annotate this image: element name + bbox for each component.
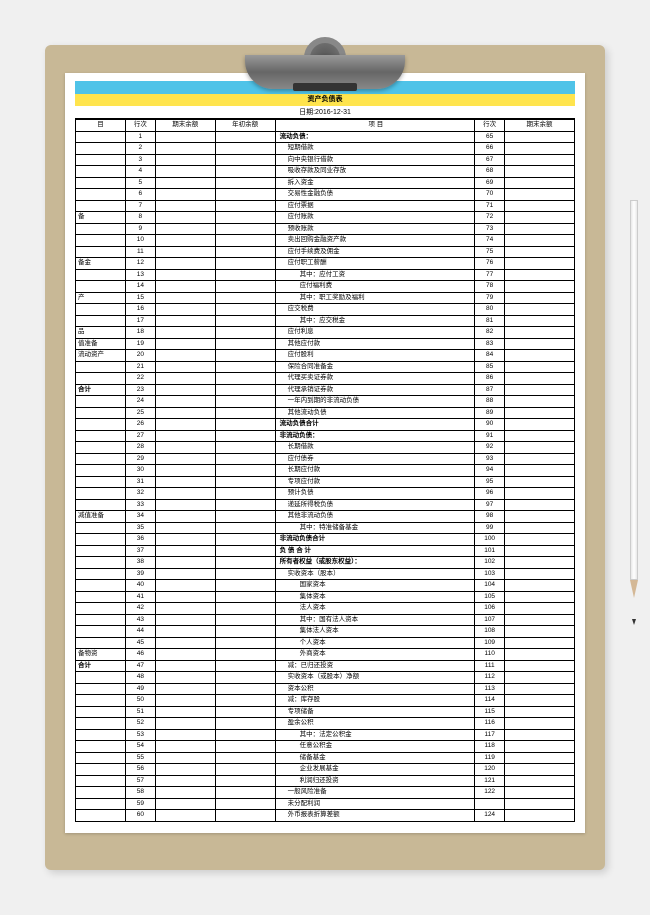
table-row: 38所有者权益（或股东权益）：102 <box>76 557 575 569</box>
col-header: 行次 <box>125 120 155 132</box>
table-row: 22代理买卖证券款86 <box>76 373 575 385</box>
table-row: 39实收资本（股本）103 <box>76 568 575 580</box>
table-row: 29应付债券93 <box>76 453 575 465</box>
table-row: 54任意公积金118 <box>76 741 575 753</box>
table-row: 36非流动负债合计100 <box>76 534 575 546</box>
table-row: 32预计负债96 <box>76 488 575 500</box>
table-row: 备物资46外商资本110 <box>76 649 575 661</box>
table-row: 10卖出回购金融资产款74 <box>76 235 575 247</box>
table-row: 2短期借款66 <box>76 143 575 155</box>
table-row: 合计23代理承销证券款87 <box>76 384 575 396</box>
table-row: 33递延所得税负债97 <box>76 499 575 511</box>
col-header: 目 <box>76 120 126 132</box>
table-row: 26流动负债合计90 <box>76 419 575 431</box>
table-row: 42法人资本106 <box>76 603 575 615</box>
table-row: 49资本公积113 <box>76 683 575 695</box>
col-header: 项 目 <box>275 120 475 132</box>
col-header: 年初余额 <box>215 120 275 132</box>
table-row: 7应付票据71 <box>76 200 575 212</box>
table-row: 31专项应付款95 <box>76 476 575 488</box>
table-row: 40国家资本104 <box>76 580 575 592</box>
table-row: 35其中：特准储备基金99 <box>76 522 575 534</box>
table-row: 45个人资本109 <box>76 637 575 649</box>
table-row: 品18应付利息82 <box>76 327 575 339</box>
pencil-graphic <box>630 200 638 620</box>
table-header-row: 目 行次 期末余额 年初余额 项 目 行次 期末余额 <box>76 120 575 132</box>
table-row: 27非流动负债：91 <box>76 430 575 442</box>
table-row: 13其中：应付工资77 <box>76 269 575 281</box>
table-row: 11应付手续费及佣金75 <box>76 246 575 258</box>
table-row: 41集体资本105 <box>76 591 575 603</box>
table-row: 43其中：国有法人资本107 <box>76 614 575 626</box>
table-row: 30长期应付款94 <box>76 465 575 477</box>
table-row: 51专项储备115 <box>76 706 575 718</box>
table-row: 流动资产20应付股利84 <box>76 350 575 362</box>
table-row: 53其中：法定公积金117 <box>76 729 575 741</box>
col-header: 期末余额 <box>505 120 575 132</box>
table-row: 值准备19其他应付款83 <box>76 338 575 350</box>
title-bar-yellow: 资产负债表 <box>75 94 575 106</box>
clipboard-frame: 资产负债表 日期:2016-12-31 目 行次 期末余额 年初余额 项 目 行… <box>45 45 605 870</box>
table-row: 产15其中：职工奖励及福利79 <box>76 292 575 304</box>
table-row: 备8应付账款72 <box>76 212 575 224</box>
table-row: 备金12应付职工薪酬76 <box>76 258 575 270</box>
table-row: 5拆入资金69 <box>76 177 575 189</box>
table-row: 9预收账款73 <box>76 223 575 235</box>
table-row: 6交易性金融负债70 <box>76 189 575 201</box>
table-row: 48实收资本（或股本）净额112 <box>76 672 575 684</box>
table-row: 21保险合同准备金85 <box>76 361 575 373</box>
table-row: 56企业发展基金120 <box>76 764 575 776</box>
table-row: 3向中央银行借款67 <box>76 154 575 166</box>
table-row: 24一年内到期的非流动负债88 <box>76 396 575 408</box>
table-row: 44集体法人资本108 <box>76 626 575 638</box>
col-header: 行次 <box>475 120 505 132</box>
table-row: 59未分配利润 <box>76 798 575 810</box>
table-row: 57利润归还投资121 <box>76 775 575 787</box>
table-row: 合计47减：已归还投资111 <box>76 660 575 672</box>
table-row: 28长期借款92 <box>76 442 575 454</box>
table-row: 60外币报表折算差额124 <box>76 810 575 822</box>
table-row: 55储备基金119 <box>76 752 575 764</box>
date-row: 日期:2016-12-31 <box>75 106 575 119</box>
clipboard-clip <box>235 37 415 92</box>
balance-sheet-table: 目 行次 期末余额 年初余额 项 目 行次 期末余额 1流动负债：652短期借款… <box>75 119 575 822</box>
table-row: 4吸收存款及同业存放68 <box>76 166 575 178</box>
table-row: 减值准备34其他非流动负债98 <box>76 511 575 523</box>
table-row: 1流动负债：65 <box>76 131 575 143</box>
table-row: 25其他流动负债89 <box>76 407 575 419</box>
table-row: 52盈余公积116 <box>76 718 575 730</box>
table-row: 16应交税费80 <box>76 304 575 316</box>
paper-sheet: 资产负债表 日期:2016-12-31 目 行次 期末余额 年初余额 项 目 行… <box>65 73 585 833</box>
table-row: 50减：库存股114 <box>76 695 575 707</box>
table-row: 58一般风险准备122 <box>76 787 575 799</box>
table-row: 14应付福利费78 <box>76 281 575 293</box>
col-header: 期末余额 <box>155 120 215 132</box>
table-row: 17其中：应交税金81 <box>76 315 575 327</box>
table-row: 37负 债 合 计101 <box>76 545 575 557</box>
